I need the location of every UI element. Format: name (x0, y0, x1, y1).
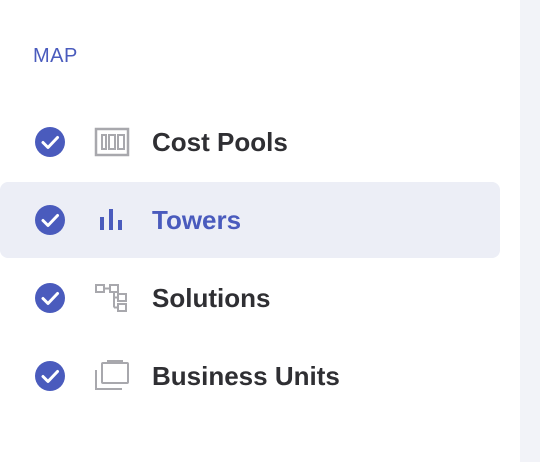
complete-check-icon (35, 361, 65, 391)
briefcase-icon (95, 360, 129, 390)
map-nav-list: Cost Pools Towers Solutions Business Uni… (0, 104, 500, 416)
nav-item-towers[interactable]: Towers (0, 182, 500, 258)
content-panel-edge (520, 0, 540, 462)
nav-item-cost-pools[interactable]: Cost Pools (0, 104, 500, 180)
nav-item-label: Business Units (152, 361, 340, 391)
bar-chart-icon (100, 209, 122, 230)
nav-item-solutions[interactable]: Solutions (0, 260, 500, 336)
complete-check-icon (35, 127, 65, 157)
nav-item-label: Towers (152, 205, 242, 235)
nav-item-business-units[interactable]: Business Units (0, 338, 500, 414)
complete-check-icon (35, 283, 65, 313)
map-nav-page: MAP Cost Pools Towers Solutions Business… (0, 0, 540, 462)
nav-item-label: Solutions (152, 283, 271, 313)
complete-check-icon (35, 205, 65, 235)
cost-pools-icon (94, 127, 130, 157)
nav-item-label: Cost Pools (152, 127, 288, 157)
hierarchy-icon (95, 284, 127, 312)
section-title: MAP (33, 45, 78, 67)
